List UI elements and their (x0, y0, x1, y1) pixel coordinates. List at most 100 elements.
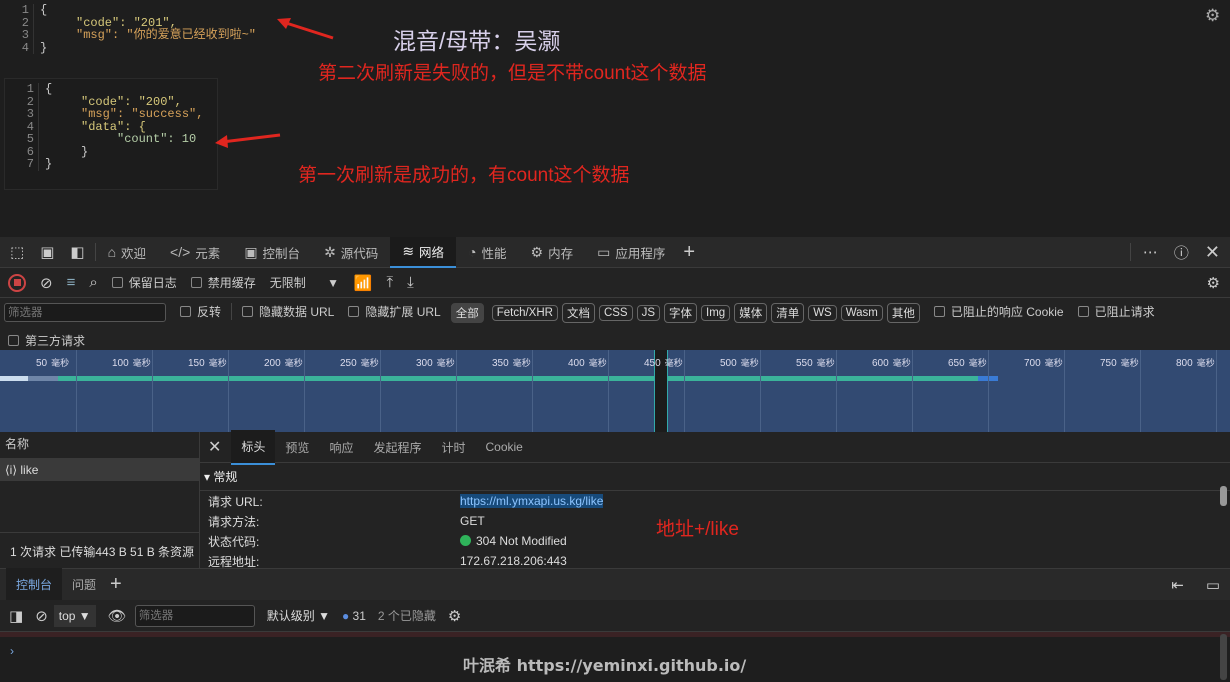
tab-app[interactable]: ▭ 应用程序 (585, 237, 677, 268)
type-filter-chip[interactable]: JS (636, 305, 661, 321)
code-line: 4} (0, 41, 300, 54)
bug-icon: ✲ (324, 243, 336, 260)
gauge-icon: ◔ (468, 244, 477, 260)
line-number: 3 (5, 108, 39, 121)
code-text: "msg": "你的爱意已经收到啦~" (76, 28, 257, 42)
header-value[interactable]: https://ml.ymxapi.us.kg/like (460, 494, 604, 508)
grid-line (912, 350, 913, 432)
annotation-first: 第一次刷新是成功的，有count这个数据 (298, 165, 630, 186)
dock-icon[interactable]: ◧ (70, 243, 96, 261)
timeline-overview[interactable]: 50 毫秒 100 毫秒 150 毫秒 200 毫秒 250 毫秒 300 毫秒 350 毫秒 400 毫秒 4… (0, 350, 1230, 432)
code-line: 1{ (0, 4, 300, 17)
code-line: 7} (5, 158, 217, 171)
more-icon[interactable]: ⋯ (1129, 243, 1158, 261)
clear-icon[interactable]: ⊘ (40, 274, 53, 292)
code-text: { (40, 3, 48, 17)
network-toolbar: ⊘ ≡ ⌕ 保留日志 禁用缓存 无限制 ▼ 📶 ⤒ ⤓ ⚙ (0, 268, 1230, 298)
close-icon[interactable]: ✕ (1205, 242, 1220, 263)
tick-label: 250 毫秒 (340, 358, 379, 369)
type-filter-chip[interactable]: CSS (598, 305, 633, 321)
request-row[interactable]: ⟨i⟩ like (0, 459, 199, 481)
tab-console[interactable]: 控制台 (6, 568, 63, 601)
third-party-checkbox[interactable]: 第三方请求 (4, 332, 1226, 349)
tick-label: 500 毫秒 (720, 358, 759, 369)
code-line: 1{ (5, 83, 217, 96)
search-icon[interactable]: ⌕ (89, 274, 97, 291)
grid-line (836, 350, 837, 432)
type-filter-chip[interactable]: WS (808, 305, 837, 321)
tab-home[interactable]: ⌂ 欢迎 (96, 237, 158, 268)
details-tab[interactable]: Cookie (475, 432, 532, 462)
details-tab[interactable]: 发起程序 (363, 431, 431, 464)
invert-checkbox[interactable]: 反转 (180, 303, 233, 320)
console-scrollbar[interactable] (1220, 634, 1227, 680)
type-filter-chip[interactable]: Img (701, 305, 731, 321)
blocked-requests-checkbox[interactable]: 已阻止请求 (1077, 303, 1155, 320)
request-list: 名称 ⟨i⟩ like 1 次请求 已传输443 B 51 B 条资源 (0, 432, 200, 568)
console-filter-input[interactable] (134, 604, 255, 627)
network-settings-icon[interactable]: ⚙ (1207, 274, 1220, 292)
arrow-icon (277, 18, 334, 40)
type-filter-chip[interactable]: 媒体 (734, 303, 768, 323)
type-filter-chip[interactable]: 文档 (561, 303, 595, 323)
type-filter-chip[interactable]: Fetch/XHR (491, 305, 558, 321)
clear-console-icon[interactable]: ⊘ (35, 607, 48, 625)
type-filter-chip[interactable]: 其他 (886, 303, 920, 323)
home-icon: ⌂ (107, 244, 117, 260)
tab-issues[interactable]: 问题 (62, 576, 106, 593)
code-line: 3 "msg": "你的爱意已经收到啦~" (0, 29, 300, 42)
export-icon[interactable]: ⤓ (407, 274, 414, 291)
tab-code[interactable]: </> 元素 (158, 237, 232, 268)
name-column-header[interactable]: 名称 (0, 432, 199, 459)
import-icon[interactable]: ⤒ (386, 274, 393, 291)
dock-drawer-icon[interactable]: ⇤ (1171, 576, 1184, 594)
tab-gauge[interactable]: ◔ 性能 (456, 237, 518, 268)
network-conditions-icon[interactable]: 📶 (354, 274, 373, 292)
hide-data-url-checkbox[interactable]: 隐藏数据 URL (242, 303, 334, 320)
type-filter-chip[interactable]: Wasm (840, 305, 883, 321)
close-drawer-icon[interactable]: ▭ (1206, 576, 1220, 594)
details-tab[interactable]: 计时 (431, 431, 475, 464)
arrow-icon (215, 133, 281, 148)
grid-line (608, 350, 609, 432)
blocked-cookies-checkbox[interactable]: 已阻止的响应 Cookie (933, 303, 1064, 320)
add-tab-icon[interactable]: + (683, 241, 695, 264)
code-text: "msg": "success", (81, 107, 204, 121)
tab-wifi[interactable]: ≋ 网络 (390, 236, 457, 268)
throttle-select[interactable]: 无限制 ▼ (270, 274, 340, 291)
live-expression-icon[interactable]: 👁 (108, 607, 127, 625)
code-icon: </> (170, 244, 191, 260)
tab-chip[interactable]: ⚙ 内存 (519, 237, 586, 268)
tab-bug[interactable]: ✲ 源代码 (312, 237, 390, 268)
message-count-badge[interactable]: ● 31 (342, 609, 366, 623)
scrollbar[interactable] (1220, 486, 1227, 506)
type-filter-chip[interactable]: 全部 (450, 303, 484, 323)
code-line: 3 "msg": "success", (5, 108, 217, 121)
preserve-log-checkbox[interactable]: 保留日志 (111, 274, 177, 291)
tick-label: 300 毫秒 (416, 358, 455, 369)
details-tab[interactable]: 预览 (275, 431, 319, 464)
settings-icon[interactable]: ⚙ (1205, 6, 1220, 26)
hide-ext-url-checkbox[interactable]: 隐藏扩展 URL (348, 303, 441, 320)
context-select[interactable]: top ▼ (53, 604, 96, 627)
add-drawer-tab-icon[interactable]: + (110, 573, 122, 596)
details-tab[interactable]: 标头 (231, 429, 276, 465)
disable-cache-checkbox[interactable]: 禁用缓存 (190, 274, 256, 291)
inspect-icon[interactable]: ⬚ (10, 243, 24, 261)
log-level-select[interactable]: 默认级别 ▼ (267, 607, 330, 624)
console-settings-icon[interactable]: ⚙ (448, 607, 461, 625)
filter-input[interactable] (4, 303, 166, 322)
tab-console[interactable]: ▣ 控制台 (232, 237, 312, 268)
grid-line (1140, 350, 1141, 432)
details-tab[interactable]: 响应 (319, 431, 363, 464)
device-icon[interactable]: ▣ (40, 243, 54, 261)
sidebar-toggle-icon[interactable]: ◨ (9, 607, 23, 625)
type-filter-chip[interactable]: 字体 (664, 303, 698, 323)
general-section-header[interactable]: ▾ 常规 (200, 463, 1230, 491)
record-button[interactable] (8, 273, 26, 292)
type-filter-chip[interactable]: 清单 (771, 303, 805, 323)
filter-row: 反转 隐藏数据 URL 隐藏扩展 URL 全部 Fetch/XHR文档CSSJS字… (0, 298, 1230, 350)
close-details-icon[interactable]: ✕ (200, 437, 231, 457)
help-icon[interactable]: ⓘ (1174, 242, 1189, 263)
filter-icon[interactable]: ≡ (67, 274, 76, 291)
